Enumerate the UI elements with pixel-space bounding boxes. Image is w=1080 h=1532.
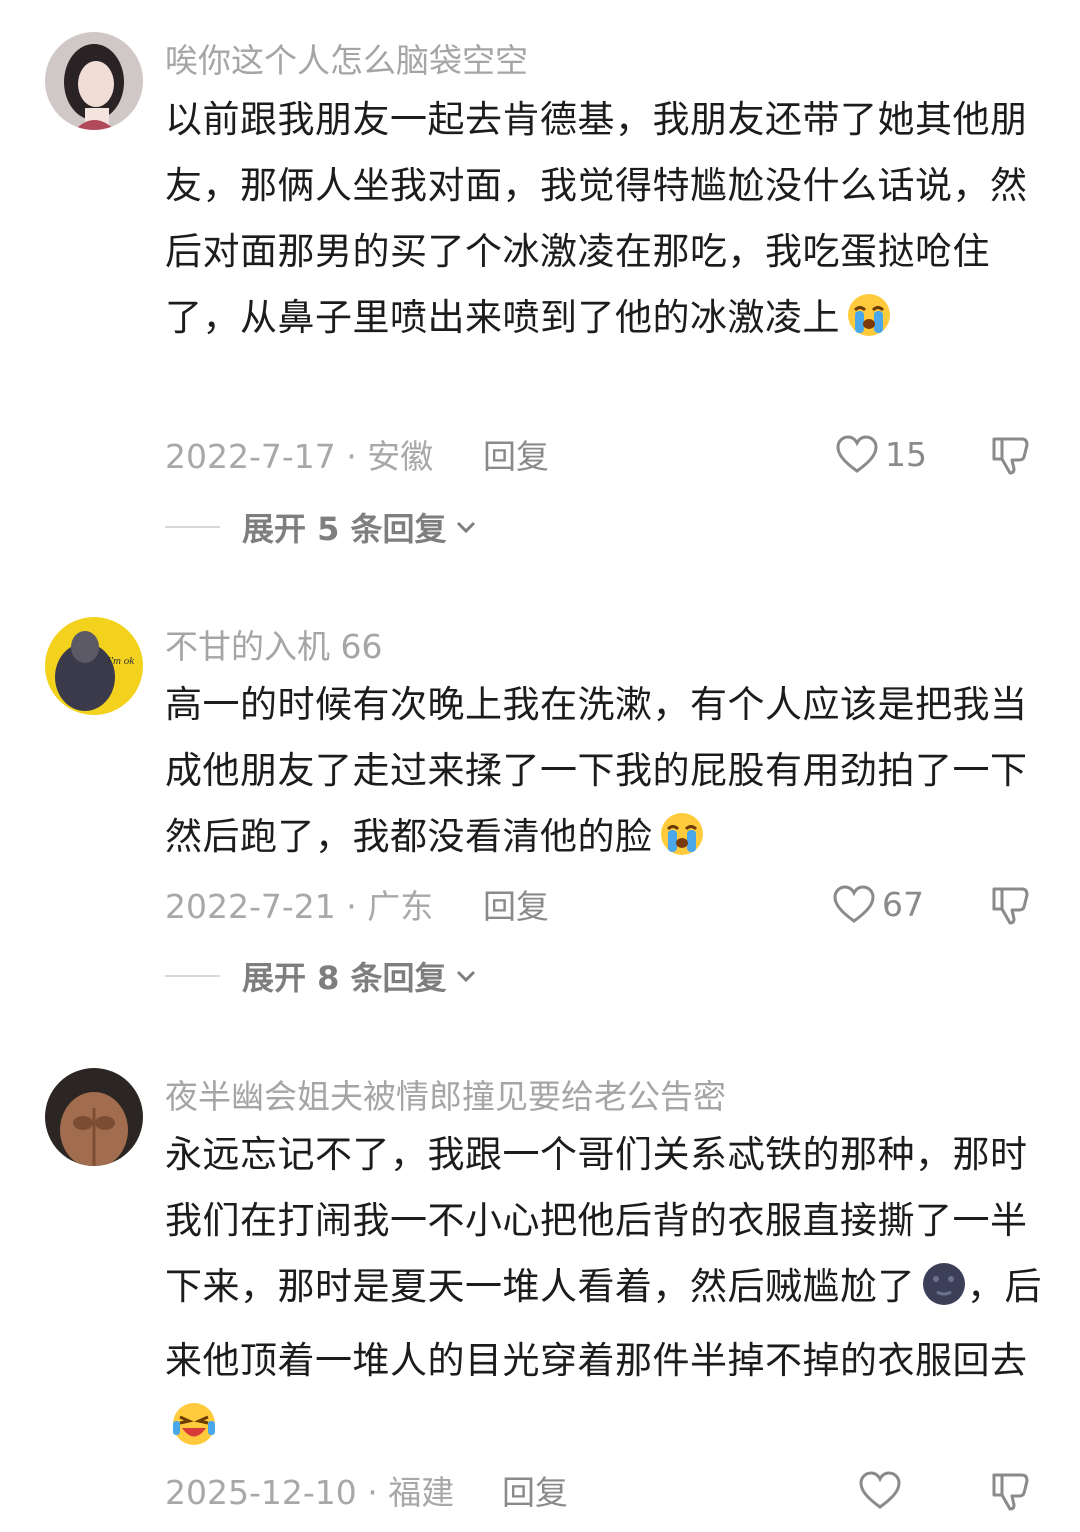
like-count: 15 bbox=[885, 434, 927, 474]
divider-line bbox=[165, 975, 220, 977]
reply-button[interactable]: 回复 bbox=[483, 880, 549, 928]
comment-text-content: 永远忘记不了，我跟一个哥们关系忒铁的那种，那时我们在打闹我一不小心把他后背的衣服… bbox=[165, 1133, 1028, 1308]
heart-icon bbox=[833, 885, 875, 923]
dislike-button[interactable] bbox=[990, 1466, 1032, 1514]
heart-icon bbox=[859, 1471, 901, 1509]
thumbs-down-icon bbox=[992, 437, 1029, 475]
comment-date: 2022-7-21 · 广东 bbox=[165, 887, 434, 926]
comment-text: 永远忘记不了，我跟一个哥们关系忒铁的那种，那时我们在打闹我一不小心把他后背的衣服… bbox=[165, 1122, 1045, 1468]
like-button[interactable] bbox=[858, 1466, 908, 1514]
username[interactable]: 夜半幽会姐夫被情郎撞见要给老公告密 bbox=[165, 1070, 726, 1118]
like-button[interactable]: 15 bbox=[835, 430, 927, 478]
heart-icon bbox=[836, 435, 878, 473]
comment-text: 高一的时候有次晚上我在洗漱，有个人应该是把我当成他朋友了走过来揉了一下我的屁股有… bbox=[165, 672, 1045, 878]
reply-button[interactable]: 回复 bbox=[483, 430, 549, 478]
loudly-crying-face-icon bbox=[659, 811, 705, 878]
thumbs-down-icon bbox=[992, 1473, 1029, 1511]
comment-text-content: 高一的时候有次晚上我在洗漱，有个人应该是把我当成他朋友了走过来揉了一下我的屁股有… bbox=[165, 683, 1028, 858]
chevron-down-icon bbox=[456, 970, 475, 983]
username[interactable]: 不甘的入机 66 bbox=[165, 620, 382, 668]
expand-replies-button[interactable]: 展开 5 条回复 bbox=[165, 503, 477, 551]
loudly-crying-face-icon bbox=[846, 292, 892, 359]
comment-date: 2025-12-10 · 福建 bbox=[165, 1473, 455, 1512]
expand-replies-label: 展开 8 条回复 bbox=[242, 959, 447, 997]
new-moon-face-icon bbox=[921, 1261, 967, 1328]
chevron-down-icon bbox=[456, 521, 475, 534]
like-count: 67 bbox=[882, 884, 924, 924]
comment-meta: 2025-12-10 · 福建 回复 bbox=[165, 1466, 1065, 1514]
divider-line bbox=[165, 526, 220, 528]
avatar[interactable] bbox=[45, 1068, 143, 1166]
username[interactable]: 唉你这个人怎么脑袋空空 bbox=[165, 34, 528, 82]
comment-text: 以前跟我朋友一起去肯德基，我朋友还带了她其他朋友，那俩人坐我对面，我觉得特尴尬没… bbox=[165, 87, 1045, 359]
avatar[interactable] bbox=[45, 32, 143, 130]
avatar[interactable]: I'm ok bbox=[45, 617, 143, 715]
dislike-button[interactable] bbox=[990, 880, 1032, 928]
expand-replies-label: 展开 5 条回复 bbox=[242, 510, 447, 548]
comment-meta: 2022-7-21 · 广东 回复 bbox=[165, 880, 1065, 928]
comment-meta: 2022-7-17 · 安徽 回复 bbox=[165, 430, 1065, 478]
thumbs-down-icon bbox=[992, 887, 1029, 925]
dislike-button[interactable] bbox=[990, 430, 1032, 478]
like-button[interactable]: 67 bbox=[832, 880, 924, 928]
reply-button[interactable]: 回复 bbox=[502, 1466, 568, 1514]
expand-replies-button[interactable]: 展开 8 条回复 bbox=[165, 952, 477, 1000]
comment-date: 2022-7-17 · 安徽 bbox=[165, 437, 434, 476]
comment-text-content: 以前跟我朋友一起去肯德基，我朋友还带了她其他朋友，那俩人坐我对面，我觉得特尴尬没… bbox=[165, 98, 1028, 339]
svg-text:I'm ok: I'm ok bbox=[106, 655, 135, 667]
rolling-laughing-face-icon bbox=[171, 1401, 217, 1468]
